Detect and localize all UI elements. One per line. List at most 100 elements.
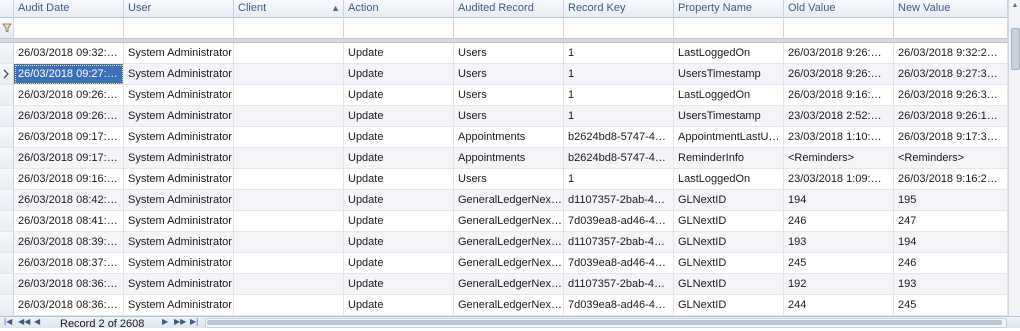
cell-audited-record[interactable]: Users <box>454 169 564 190</box>
table-row[interactable]: 26/03/2018 08:41:… System Administrator Up… <box>0 211 1008 232</box>
cell-old-value[interactable]: 23/03/2018 2:52:… <box>784 106 894 127</box>
cell-new-value[interactable]: <Reminders> <box>894 148 1008 169</box>
row-indicator[interactable] <box>0 253 14 274</box>
cell-audit-date[interactable]: 26/03/2018 08:42:… <box>14 190 124 211</box>
cell-new-value[interactable]: 26/03/2018 9:27:3… <box>894 64 1008 85</box>
cell-action[interactable]: Update <box>344 253 454 274</box>
cell-new-value[interactable]: 26/03/2018 9:32:2… <box>894 43 1008 64</box>
cell-user[interactable]: System Administrator <box>124 148 234 169</box>
cell-action[interactable]: Update <box>344 64 454 85</box>
cell-user[interactable]: System Administrator <box>124 127 234 148</box>
cell-record-key[interactable]: d1107357-2bab-4… <box>564 274 674 295</box>
cell-audited-record[interactable]: GeneralLedgerNex… <box>454 295 564 316</box>
cell-audit-date[interactable]: 26/03/2018 09:17:… <box>14 148 124 169</box>
column-header-old-value[interactable]: Old Value <box>784 0 894 18</box>
cell-audit-date[interactable]: 26/03/2018 08:36:… <box>14 274 124 295</box>
column-header-new-value[interactable]: New Value <box>894 0 1008 18</box>
filter-cell-client[interactable] <box>234 18 344 39</box>
column-header-client[interactable]: Client ▲ <box>234 0 344 18</box>
table-row[interactable]: 26/03/2018 09:26:… System Administrator Up… <box>0 106 1008 127</box>
cell-record-key[interactable]: b2624bd8-5747-4… <box>564 148 674 169</box>
cell-old-value[interactable]: 23/03/2018 1:09:… <box>784 169 894 190</box>
cell-property-name[interactable]: GLNextID <box>674 232 784 253</box>
cell-record-key[interactable]: 1 <box>564 85 674 106</box>
cell-client[interactable] <box>234 85 344 106</box>
cell-action[interactable]: Update <box>344 232 454 253</box>
cell-property-name[interactable]: LastLoggedOn <box>674 43 784 64</box>
cell-old-value[interactable]: 26/03/2018 9:16:… <box>784 85 894 106</box>
table-row[interactable]: 26/03/2018 08:36:… System Administrator Up… <box>0 274 1008 295</box>
table-row[interactable]: 26/03/2018 08:39:… System Administrator Up… <box>0 232 1008 253</box>
cell-old-value[interactable]: 23/03/2018 1:10:… <box>784 127 894 148</box>
cell-user[interactable]: System Administrator <box>124 64 234 85</box>
table-row[interactable]: 26/03/2018 09:16:… System Administrator Up… <box>0 169 1008 190</box>
row-indicator[interactable] <box>0 169 14 190</box>
column-header-audited-record[interactable]: Audited Record <box>454 0 564 18</box>
table-row[interactable]: 26/03/2018 09:17:… System Administrator Up… <box>0 127 1008 148</box>
cell-property-name[interactable]: AppointmentLastU… <box>674 127 784 148</box>
vertical-scrollbar[interactable]: ▲ <box>1008 0 1020 316</box>
cell-record-key[interactable]: 7d039ea8-ad46-4… <box>564 253 674 274</box>
cell-user[interactable]: System Administrator <box>124 43 234 64</box>
cell-new-value[interactable]: 246 <box>894 253 1008 274</box>
column-header-user[interactable]: User <box>124 0 234 18</box>
cell-record-key[interactable]: 1 <box>564 169 674 190</box>
row-indicator[interactable] <box>0 106 14 127</box>
cell-property-name[interactable]: ReminderInfo <box>674 148 784 169</box>
filter-cell-user[interactable] <box>124 18 234 39</box>
cell-client[interactable] <box>234 169 344 190</box>
cell-action[interactable]: Update <box>344 43 454 64</box>
cell-new-value[interactable]: 26/03/2018 9:26:1… <box>894 106 1008 127</box>
cell-audit-date[interactable]: 26/03/2018 08:36:… <box>14 295 124 316</box>
column-header-property-name[interactable]: Property Name <box>674 0 784 18</box>
cell-property-name[interactable]: GLNextID <box>674 295 784 316</box>
cell-action[interactable]: Update <box>344 295 454 316</box>
cell-client[interactable] <box>234 232 344 253</box>
filter-cell-old-value[interactable] <box>784 18 894 39</box>
cell-audit-date[interactable]: 26/03/2018 09:26:… <box>14 85 124 106</box>
cell-property-name[interactable]: GLNextID <box>674 211 784 232</box>
last-record-icon[interactable]: ▶| <box>190 316 198 328</box>
cell-client[interactable] <box>234 127 344 148</box>
cell-audited-record[interactable]: GeneralLedgerNex… <box>454 274 564 295</box>
cell-audited-record[interactable]: GeneralLedgerNex… <box>454 232 564 253</box>
cell-property-name[interactable]: GLNextID <box>674 274 784 295</box>
cell-audited-record[interactable]: Users <box>454 106 564 127</box>
cell-record-key[interactable]: d1107357-2bab-4… <box>564 232 674 253</box>
cell-user[interactable]: System Administrator <box>124 232 234 253</box>
cell-user[interactable]: System Administrator <box>124 169 234 190</box>
table-row[interactable]: 26/03/2018 08:42:… System Administrator Up… <box>0 190 1008 211</box>
cell-audited-record[interactable]: GeneralLedgerNex… <box>454 211 564 232</box>
table-row[interactable]: 26/03/2018 09:32:… System Administrator Up… <box>0 43 1008 64</box>
cell-audited-record[interactable]: Appointments <box>454 127 564 148</box>
cell-client[interactable] <box>234 190 344 211</box>
cell-audited-record[interactable]: Users <box>454 85 564 106</box>
cell-record-key[interactable]: 7d039ea8-ad46-4… <box>564 295 674 316</box>
cell-record-key[interactable]: d1107357-2bab-4… <box>564 190 674 211</box>
cell-audit-date[interactable]: 26/03/2018 09:32:… <box>14 43 124 64</box>
cell-old-value[interactable]: 193 <box>784 232 894 253</box>
cell-new-value[interactable]: 26/03/2018 9:16:2… <box>894 169 1008 190</box>
row-indicator[interactable] <box>0 274 14 295</box>
cell-client[interactable] <box>234 148 344 169</box>
cell-user[interactable]: System Administrator <box>124 211 234 232</box>
scroll-up-icon[interactable]: ▲ <box>1009 0 1020 12</box>
cell-action[interactable]: Update <box>344 106 454 127</box>
next-record-icon[interactable]: ▶ <box>162 316 168 328</box>
cell-client[interactable] <box>234 106 344 127</box>
column-header-action[interactable]: Action <box>344 0 454 18</box>
cell-audit-date[interactable]: 26/03/2018 08:37:… <box>14 253 124 274</box>
cell-audited-record[interactable]: Users <box>454 43 564 64</box>
row-indicator[interactable] <box>0 64 14 85</box>
cell-old-value[interactable]: 244 <box>784 295 894 316</box>
cell-new-value[interactable]: 195 <box>894 190 1008 211</box>
cell-audit-date[interactable]: 26/03/2018 09:16:… <box>14 169 124 190</box>
cell-audited-record[interactable]: Users <box>454 64 564 85</box>
cell-property-name[interactable]: LastLoggedOn <box>674 169 784 190</box>
cell-old-value[interactable]: 245 <box>784 253 894 274</box>
row-indicator[interactable] <box>0 148 14 169</box>
cell-audited-record[interactable]: Appointments <box>454 148 564 169</box>
row-indicator[interactable] <box>0 43 14 64</box>
filter-cell-record-key[interactable] <box>564 18 674 39</box>
prev-record-icon[interactable]: ◀ <box>34 316 40 328</box>
